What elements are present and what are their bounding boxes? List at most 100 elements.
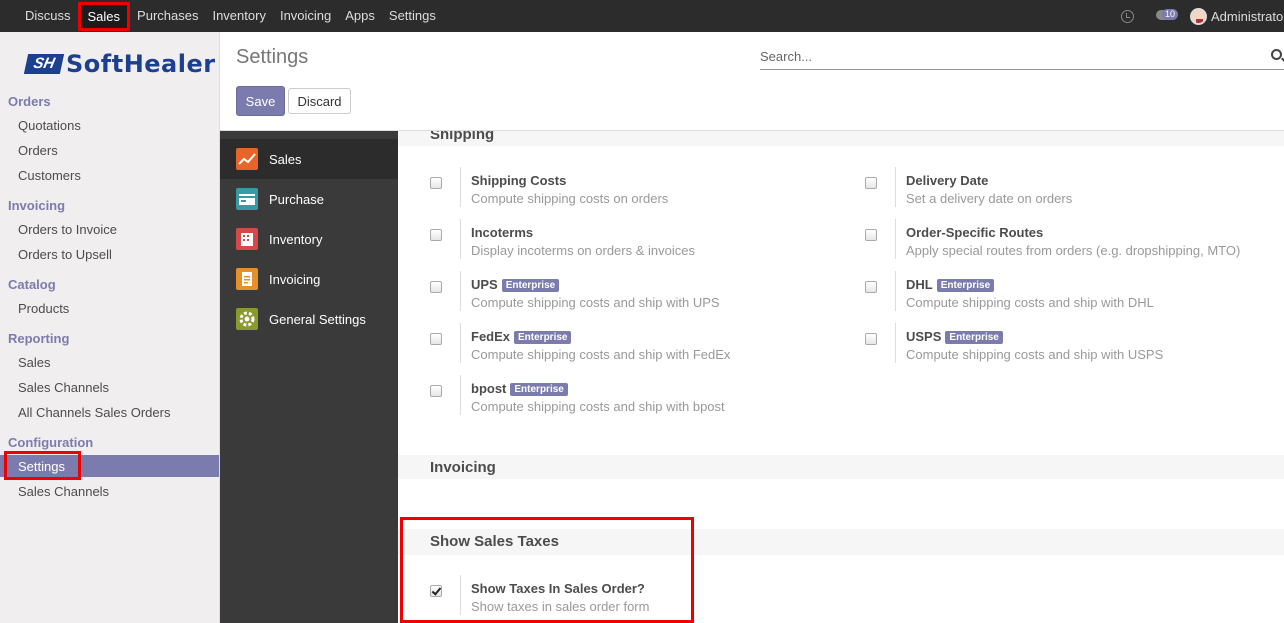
save-button[interactable]: Save [236,86,285,116]
option-incoterms: Incoterms Display incoterms on orders & … [430,219,850,265]
app-tab-inventory[interactable]: Inventory [220,219,398,259]
option-bpost: bpost Enterprise Compute shipping costs a… [430,375,850,421]
incoterms-checkbox[interactable] [430,229,442,241]
ups-checkbox[interactable] [430,281,442,293]
option-order-specific-routes: Order-Specific Routes Apply special rout… [865,219,1275,265]
discard-button[interactable]: Discard [288,88,351,114]
settings-content: Shipping Shipping Costs Compute shipping… [398,131,1284,623]
section-reporting: Reporting [8,331,70,346]
bpost-label: bpost [471,381,507,396]
sidebar-item-orders[interactable]: Orders [18,143,58,158]
page-title: Settings [236,46,309,68]
app-tab-sales[interactable]: Sales [220,139,398,179]
fedex-label: FedEx [471,329,511,344]
option-dhl: DHL Enterprise Compute shipping costs and… [865,271,1275,317]
settings-app-list: Sales Purchase Inventory Invoicing Gener… [220,131,398,623]
dhl-desc: Compute shipping costs and ship with DHL [906,295,1154,310]
option-delivery-date: Delivery Date Set a delivery date on ord… [865,167,1275,213]
shipping-costs-checkbox[interactable] [430,177,442,189]
shipping-costs-label: Shipping Costs [471,173,567,188]
menu-purchases[interactable]: Purchases [130,0,205,32]
section-invoicing: Invoicing [8,198,66,213]
sidebar-item-products[interactable]: Products [18,301,69,316]
incoterms-label: Incoterms [471,225,534,240]
incoterms-desc: Display incoterms on orders & invoices [471,243,695,258]
bpost-checkbox[interactable] [430,385,442,397]
search-input[interactable] [760,46,1260,66]
app-tab-general-settings[interactable]: General Settings [220,299,398,339]
order-routes-label: Order-Specific Routes [906,225,1044,240]
enterprise-badge: Enterprise [510,383,568,396]
purchase-card-icon [236,188,258,210]
logo-mark: SH [23,54,65,74]
sidebar-item-orders-to-invoice[interactable]: Orders to Invoice [18,222,117,237]
app-tab-sales-label: Sales [269,151,302,167]
sidebar-item-orders-to-upsell[interactable]: Orders to Upsell [18,247,112,262]
fedex-desc: Compute shipping costs and ship with Fed… [471,347,731,362]
order-routes-desc: Apply special routes from orders (e.g. d… [906,243,1241,258]
app-menu: Discuss Sales Purchases Inventory Invoic… [18,0,443,32]
dhl-label: DHL [906,277,933,292]
top-navbar: Discuss Sales Purchases Inventory Invoic… [0,0,1284,32]
delivery-date-label: Delivery Date [906,173,989,188]
sidebar-item-customers[interactable]: Customers [18,168,81,183]
search-icon[interactable] [1271,49,1282,60]
section-catalog: Catalog [8,277,56,292]
enterprise-badge: Enterprise [945,331,1003,344]
activity-clock-icon[interactable] [1121,9,1134,23]
option-usps: USPS Enterprise Compute shipping costs an… [865,323,1275,369]
shipping-header-band [398,131,1284,146]
sidebar-item-sales-channels[interactable]: Sales Channels [18,380,109,395]
sidebar-item-config-sales-channels[interactable]: Sales Channels [18,484,109,499]
sidebar-item-quotations[interactable]: Quotations [18,118,81,133]
app-tab-invoicing-label: Invoicing [269,271,321,287]
logo-text: SoftHealer [66,50,216,78]
menu-sales[interactable]: Sales [77,2,131,31]
highlight-box [400,517,694,623]
option-ups: UPS Enterprise Compute shipping costs and… [430,271,850,317]
order-routes-checkbox[interactable] [865,229,877,241]
option-shipping-costs: Shipping Costs Compute shipping costs on… [430,167,850,213]
menu-discuss[interactable]: Discuss [18,0,78,32]
shipping-section-title: Shipping [430,131,495,143]
menu-inventory[interactable]: Inventory [205,0,272,32]
app-tab-general-settings-label: General Settings [269,311,366,327]
user-avatar[interactable] [1190,7,1207,25]
invoicing-header-band [398,455,1284,479]
delivery-date-desc: Set a delivery date on orders [906,191,1073,206]
fedex-checkbox[interactable] [430,333,442,345]
enterprise-badge: Enterprise [501,279,560,292]
sales-sidebar: SH SoftHealer Orders Quotations Orders C… [0,32,220,623]
invoicing-section-title: Invoicing [430,459,496,476]
sidebar-item-all-channels-sales-orders[interactable]: All Channels Sales Orders [18,405,170,420]
inventory-building-icon [236,228,258,250]
company-logo: SH SoftHealer [23,50,216,78]
enterprise-badge: Enterprise [936,279,995,292]
messages-count-badge: 10 [1162,9,1179,20]
dhl-checkbox[interactable] [865,281,877,293]
menu-settings[interactable]: Settings [382,0,443,32]
usps-label: USPS [906,329,942,344]
app-tab-purchase-label: Purchase [269,191,324,207]
enterprise-badge: Enterprise [514,331,572,344]
user-name[interactable]: Administrator [1211,9,1284,24]
section-orders: Orders [8,94,51,109]
menu-invoicing[interactable]: Invoicing [273,0,338,32]
app-tab-invoicing[interactable]: Invoicing [220,259,398,299]
section-configuration: Configuration [8,435,94,450]
invoicing-document-icon [236,268,258,290]
systray: 10 Administrator [1121,0,1284,32]
option-fedex: FedEx Enterprise Compute shipping costs a… [430,323,850,369]
search-bar [760,46,1284,70]
messages-chat-icon[interactable]: 10 [1156,9,1179,23]
ups-label: UPS [471,277,498,292]
sidebar-item-sales[interactable]: Sales [18,355,51,370]
app-tab-inventory-label: Inventory [269,231,323,247]
app-tab-purchase[interactable]: Purchase [220,179,398,219]
delivery-date-checkbox[interactable] [865,177,877,189]
menu-apps[interactable]: Apps [338,0,382,32]
bpost-desc: Compute shipping costs and ship with bpo… [471,399,725,414]
ups-desc: Compute shipping costs and ship with UPS [471,295,720,310]
usps-checkbox[interactable] [865,333,877,345]
gear-icon [236,308,258,330]
